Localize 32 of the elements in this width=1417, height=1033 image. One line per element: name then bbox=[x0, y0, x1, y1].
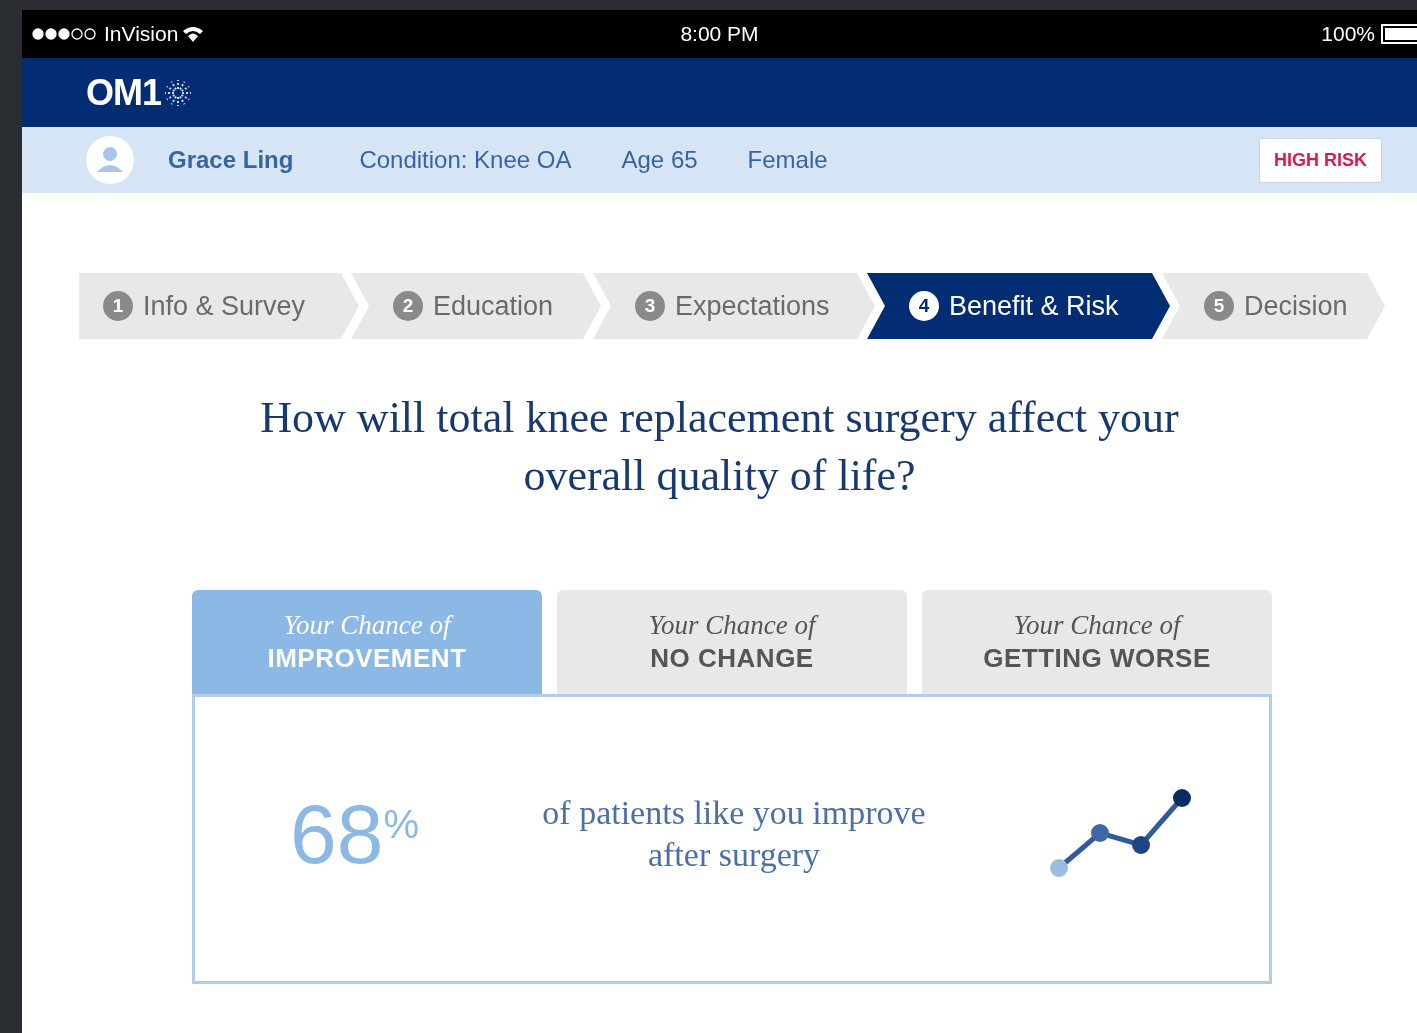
step-tab[interactable]: 1 Info & Survey bbox=[79, 273, 359, 339]
tab-label: IMPROVEMENT bbox=[267, 643, 467, 674]
step-tab[interactable]: 4 Benefit & Risk bbox=[867, 273, 1170, 339]
patient-name: Grace Ling bbox=[168, 146, 294, 174]
wifi-icon bbox=[182, 26, 205, 42]
risk-badge: HIGH RISK bbox=[1259, 137, 1382, 183]
step-tab[interactable]: 2 Education bbox=[351, 273, 601, 339]
step-number: 2 bbox=[393, 291, 423, 321]
question-text: How will total knee replacement surgery affect your overall quality of life? bbox=[259, 392, 1180, 502]
result-unit: % bbox=[383, 802, 419, 847]
starburst-icon bbox=[163, 77, 193, 108]
carrier-name: InVision bbox=[104, 22, 179, 46]
battery-icon bbox=[1381, 24, 1417, 44]
app-logo: OM1 bbox=[86, 71, 161, 114]
step-tab[interactable]: 3 Expectations bbox=[593, 273, 875, 339]
patient-age: Age 65 bbox=[621, 146, 698, 174]
tab-label: NO CHANGE bbox=[650, 643, 814, 674]
step-tab[interactable]: 5 Decision bbox=[1162, 273, 1385, 339]
step-number: 1 bbox=[103, 291, 133, 321]
tab-label: GETTING WORSE bbox=[983, 643, 1211, 674]
battery-percent: 100% bbox=[1321, 22, 1375, 46]
result-description: of patients like you improve after surgery bbox=[541, 793, 927, 875]
step-number: 5 bbox=[1204, 291, 1234, 321]
outcome-tab[interactable]: Your Chance of NO CHANGE bbox=[557, 590, 907, 694]
result-value: 68 bbox=[290, 792, 384, 876]
outcome-tab[interactable]: Your Chance of GETTING WORSE bbox=[922, 590, 1272, 694]
step-number: 3 bbox=[635, 291, 665, 321]
patient-sex: Female bbox=[747, 146, 828, 174]
clock-time: 8:00 PM bbox=[680, 22, 759, 45]
avatar-icon bbox=[86, 136, 134, 184]
step-number: 4 bbox=[909, 291, 939, 321]
patient-condition: Condition: Knee OA bbox=[359, 146, 572, 174]
